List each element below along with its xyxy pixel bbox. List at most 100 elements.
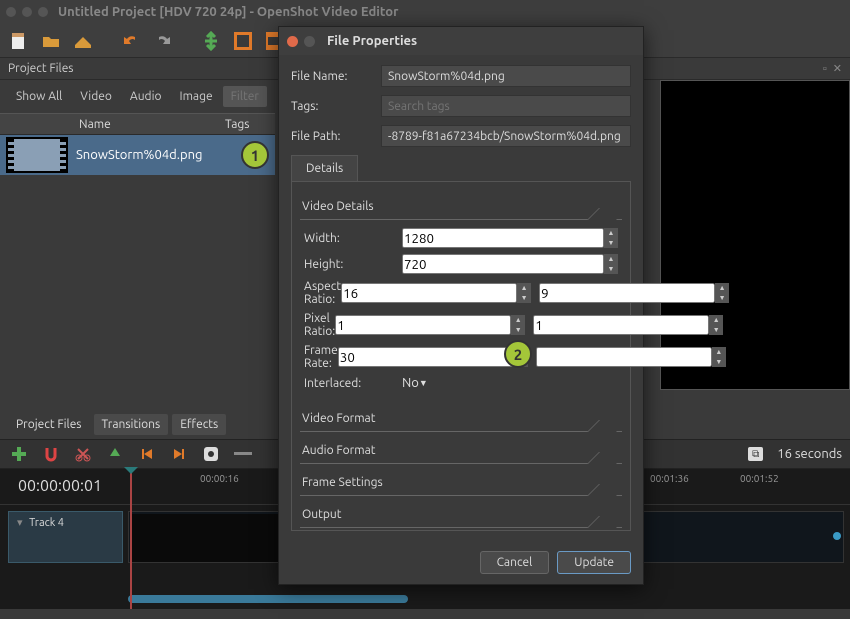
- next-marker-icon[interactable]: [168, 443, 190, 465]
- section-output[interactable]: Output: [300, 502, 622, 528]
- tags-input[interactable]: [381, 95, 631, 117]
- filter-audio[interactable]: Audio: [122, 86, 170, 107]
- spin-up-icon[interactable]: ▲: [604, 254, 618, 264]
- aspect-w-input[interactable]: [341, 283, 517, 303]
- spin-up-icon[interactable]: ▲: [709, 315, 723, 325]
- panel-restore-icon[interactable]: ▫: [823, 63, 827, 75]
- file-list-header: Name Tags: [0, 113, 275, 135]
- section-video-details[interactable]: Video Details: [300, 194, 622, 220]
- filter-video[interactable]: Video: [72, 86, 120, 107]
- spin-down-icon[interactable]: ▼: [604, 238, 618, 248]
- frame-rate-label: Frame Rate:: [304, 344, 338, 370]
- spin-up-icon[interactable]: ▲: [511, 315, 525, 325]
- panel-close-icon[interactable]: ✕: [833, 62, 842, 75]
- chevron-down-icon[interactable]: ▾: [17, 517, 23, 529]
- fps-num-input[interactable]: [338, 347, 514, 367]
- interlaced-select[interactable]: No ▼: [402, 376, 428, 390]
- pixel-w-input[interactable]: [335, 315, 511, 335]
- filter-input[interactable]: [223, 86, 267, 107]
- tab-project-files[interactable]: Project Files: [8, 414, 90, 435]
- marker-icon[interactable]: [104, 443, 126, 465]
- file-thumbnail-icon: [6, 137, 68, 173]
- ruler-tick: 00:00:16: [200, 473, 239, 484]
- zoom-seconds-label: 16 seconds: [777, 447, 842, 461]
- cancel-button[interactable]: Cancel: [480, 551, 550, 574]
- open-project-icon[interactable]: [40, 30, 62, 52]
- aspect-h-input[interactable]: [539, 283, 715, 303]
- spin-down-icon[interactable]: ▼: [517, 293, 531, 303]
- spin-down-icon[interactable]: ▼: [604, 264, 618, 274]
- height-input[interactable]: [402, 254, 604, 274]
- center-playhead-icon[interactable]: [200, 443, 222, 465]
- file-properties-dialog: File Properties File Name: Tags: File Pa…: [278, 26, 644, 585]
- window-controls: [6, 7, 48, 17]
- aspect-ratio-label: Aspect Ratio:: [304, 280, 341, 306]
- save-project-icon[interactable]: [72, 30, 94, 52]
- redo-icon[interactable]: [152, 30, 174, 52]
- ruler-tick: 00:01:52: [740, 473, 779, 484]
- dialog-titlebar[interactable]: File Properties: [279, 27, 643, 55]
- track-header[interactable]: ▾ Track 4: [8, 511, 123, 563]
- file-path-label: File Path:: [291, 130, 381, 143]
- maximize-window-icon[interactable]: [38, 7, 48, 17]
- dialog-close-icon[interactable]: [287, 36, 298, 47]
- filter-show-all[interactable]: Show All: [8, 86, 70, 107]
- timeline-scrollbar[interactable]: [128, 595, 408, 603]
- chevron-down-icon: ▼: [419, 378, 428, 388]
- project-files-label: Project Files: [8, 62, 74, 75]
- spin-down-icon[interactable]: ▼: [511, 325, 525, 335]
- spin-up-icon[interactable]: ▲: [715, 283, 729, 293]
- new-project-icon[interactable]: [8, 30, 30, 52]
- tab-details[interactable]: Details: [291, 155, 358, 181]
- spin-up-icon[interactable]: ▲: [712, 347, 726, 357]
- clip-handle-icon[interactable]: [833, 532, 841, 540]
- file-path-input[interactable]: [381, 125, 631, 147]
- dialog-minimize-icon[interactable]: [304, 36, 315, 47]
- spin-down-icon[interactable]: ▼: [715, 293, 729, 303]
- column-name[interactable]: Name: [75, 118, 225, 131]
- add-track-icon[interactable]: [8, 443, 30, 465]
- undo-icon[interactable]: [120, 30, 142, 52]
- razor-icon[interactable]: [72, 443, 94, 465]
- pixel-h-input[interactable]: [533, 315, 709, 335]
- dialog-title: File Properties: [327, 34, 417, 48]
- ruler-tick: 00:01:36: [650, 473, 689, 484]
- snap-icon[interactable]: [40, 443, 62, 465]
- video-preview[interactable]: [660, 80, 850, 390]
- track-label: Track 4: [29, 517, 64, 529]
- playhead-timecode: 00:00:00:01: [18, 477, 102, 495]
- section-frame-settings[interactable]: Frame Settings: [300, 470, 622, 496]
- import-files-icon[interactable]: [200, 30, 222, 52]
- section-audio-format[interactable]: Audio Format: [300, 438, 622, 464]
- width-label: Width:: [304, 232, 402, 245]
- minimize-window-icon[interactable]: [22, 7, 32, 17]
- width-input[interactable]: [402, 228, 604, 248]
- playhead[interactable]: [130, 469, 132, 609]
- height-label: Height:: [304, 258, 402, 271]
- project-files-panel: Show All Video Audio Image Name Tags Sno…: [0, 80, 275, 410]
- column-tags[interactable]: Tags: [225, 118, 275, 131]
- pixel-ratio-label: Pixel Ratio:: [304, 312, 335, 338]
- update-button[interactable]: Update: [557, 551, 631, 574]
- spin-down-icon[interactable]: ▼: [709, 325, 723, 335]
- file-name-input[interactable]: [381, 65, 631, 87]
- filter-image[interactable]: Image: [172, 86, 221, 107]
- section-video-format[interactable]: Video Format: [300, 406, 622, 432]
- profile-icon[interactable]: [232, 30, 254, 52]
- interlaced-label: Interlaced:: [304, 377, 402, 390]
- zoom-seconds-icon: ⧉: [748, 447, 763, 461]
- tab-effects[interactable]: Effects: [172, 414, 226, 435]
- spin-up-icon[interactable]: ▲: [517, 283, 531, 293]
- close-window-icon[interactable]: [6, 7, 16, 17]
- file-row[interactable]: SnowStorm%04d.png 1: [0, 135, 275, 175]
- fps-den-input[interactable]: [536, 347, 712, 367]
- prev-marker-icon[interactable]: [136, 443, 158, 465]
- spin-up-icon[interactable]: ▲: [604, 228, 618, 238]
- callout-badge-1: 1: [241, 141, 269, 169]
- zoom-slider-icon[interactable]: [232, 443, 254, 465]
- window-title: Untitled Project [HDV 720 24p] - OpenSho…: [58, 5, 398, 19]
- tab-transitions[interactable]: Transitions: [94, 414, 169, 435]
- spin-down-icon[interactable]: ▼: [712, 357, 726, 367]
- file-name-label: File Name:: [291, 70, 381, 83]
- window-titlebar: Untitled Project [HDV 720 24p] - OpenSho…: [0, 0, 850, 24]
